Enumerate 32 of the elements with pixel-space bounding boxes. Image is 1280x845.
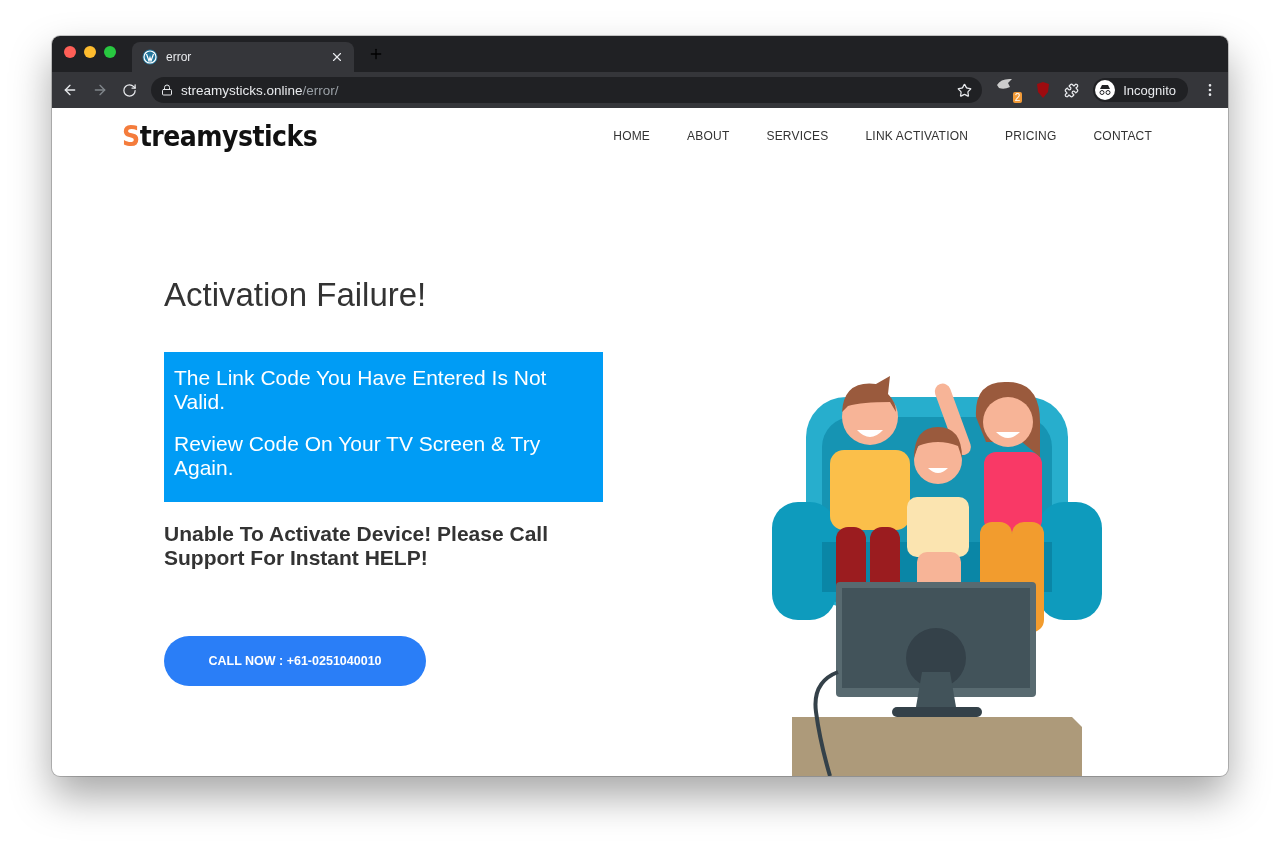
close-tab-icon[interactable] xyxy=(330,50,344,64)
forward-icon[interactable] xyxy=(92,82,108,98)
bookmark-star-icon[interactable] xyxy=(957,82,973,98)
minimize-window-icon[interactable] xyxy=(84,46,96,58)
address-bar[interactable]: streamysticks.online/error/ xyxy=(151,77,983,103)
close-window-icon[interactable] xyxy=(64,46,76,58)
browser-tab[interactable]: error xyxy=(132,42,354,72)
error-text: The Link Code You Have Entered Is Not Valid. xyxy=(174,366,548,414)
nav-link[interactable]: CONTACT xyxy=(1093,129,1152,143)
nav-link[interactable]: HOME xyxy=(613,129,651,143)
error-text: Review Code On Your TV Screen & Try Again. xyxy=(174,432,542,480)
page-title: Activation Failure! xyxy=(164,276,428,314)
profile-label: Incognito xyxy=(1123,82,1176,98)
back-icon[interactable] xyxy=(62,82,78,98)
wordpress-logo-icon xyxy=(142,49,158,65)
maximize-window-icon[interactable] xyxy=(104,46,116,58)
lock-icon xyxy=(161,84,173,96)
site-logo[interactable]: Streamysticks xyxy=(122,119,318,153)
nav-link[interactable]: LINK ACTIVATION xyxy=(865,129,969,143)
nav-link[interactable]: SERVICES xyxy=(766,129,829,143)
nav-link[interactable]: PRICING xyxy=(1005,129,1057,143)
url-path: /error/ xyxy=(302,82,339,98)
support-message: Unable To Activate Device! Please Call Support For Instant HELP! xyxy=(164,522,549,570)
tab-title: error xyxy=(166,50,193,64)
incognito-icon xyxy=(1095,80,1116,100)
profile-button[interactable]: Incognito xyxy=(1093,78,1188,102)
extensions-puzzle-icon[interactable] xyxy=(1064,82,1080,98)
reload-icon[interactable] xyxy=(122,82,137,98)
call-now-button[interactable]: CALL NOW : +61-0251040010 xyxy=(164,636,426,686)
url-host: streamysticks.online xyxy=(181,82,303,98)
nav-link[interactable]: ABOUT xyxy=(687,129,730,143)
extension-badge: 2 xyxy=(1012,92,1023,103)
